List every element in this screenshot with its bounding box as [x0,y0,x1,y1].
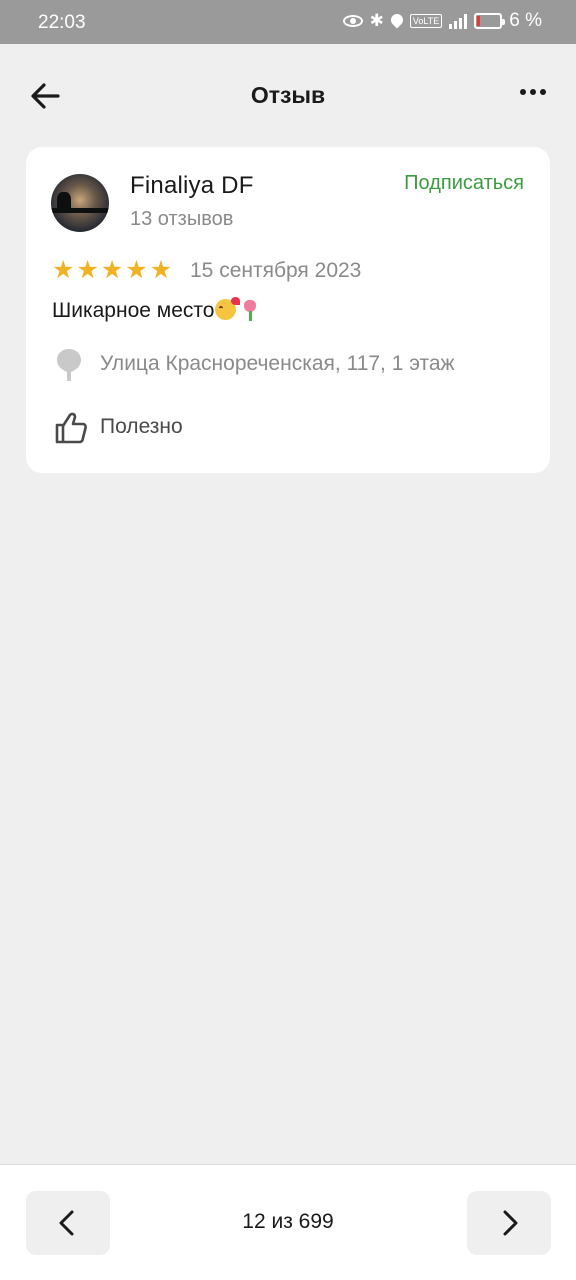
useful-button[interactable]: Полезно [52,409,232,445]
thumb-up-icon [55,412,87,444]
author-reviews-count: 13 отзывов [130,208,234,230]
avatar[interactable] [51,174,109,232]
tulip-icon [243,300,257,321]
signal-icon [449,13,468,29]
status-bar: 22:03 ✱ VoLTE 6 % [0,0,576,44]
review-date: 15 сентября 2023 [190,259,362,282]
battery-icon [474,13,506,29]
star-icon: ★ [149,256,173,284]
more-button[interactable] [520,89,546,95]
place-pin-icon [57,349,81,381]
bluetooth-icon: ✱ [369,11,384,30]
subscribe-button[interactable]: Подписаться [404,172,524,195]
chevron-right-icon [503,1210,518,1236]
smiling-face-with-hearts-icon [215,297,241,320]
review-card: Finaliya DF 13 отзывов Подписаться ★ ★ ★… [26,147,550,473]
more-dots-icon [520,89,526,95]
useful-label: Полезно [100,415,183,438]
place-address: Улица Краснореченская, 117, 1 этаж [100,352,455,375]
review-text-body: Шикарное место [52,299,215,322]
author-name[interactable]: Finaliya DF [130,172,254,200]
star-icon: ★ [76,256,99,284]
top-app-bar: Отзыв [0,44,576,144]
page-title: Отзыв [250,82,326,108]
rating-stars: ★ ★ ★ ★ ★ [52,256,173,284]
battery-percent: 6 % [509,10,542,31]
star-icon: ★ [52,256,75,284]
next-review-button[interactable] [467,1191,551,1255]
volte-icon: VoLTE [409,14,443,28]
star-icon: ★ [125,256,148,284]
review-text: Шикарное место [52,297,257,323]
place-link[interactable]: Улица Краснореченская, 117, 1 этаж [52,345,522,385]
location-icon [388,11,406,29]
eye-icon [342,15,363,27]
status-time: 22:03 [38,12,86,33]
star-icon: ★ [100,256,124,284]
pagination-bar: 12 из 699 [0,1164,576,1280]
status-icons: ✱ VoLTE 6 % [342,10,542,32]
